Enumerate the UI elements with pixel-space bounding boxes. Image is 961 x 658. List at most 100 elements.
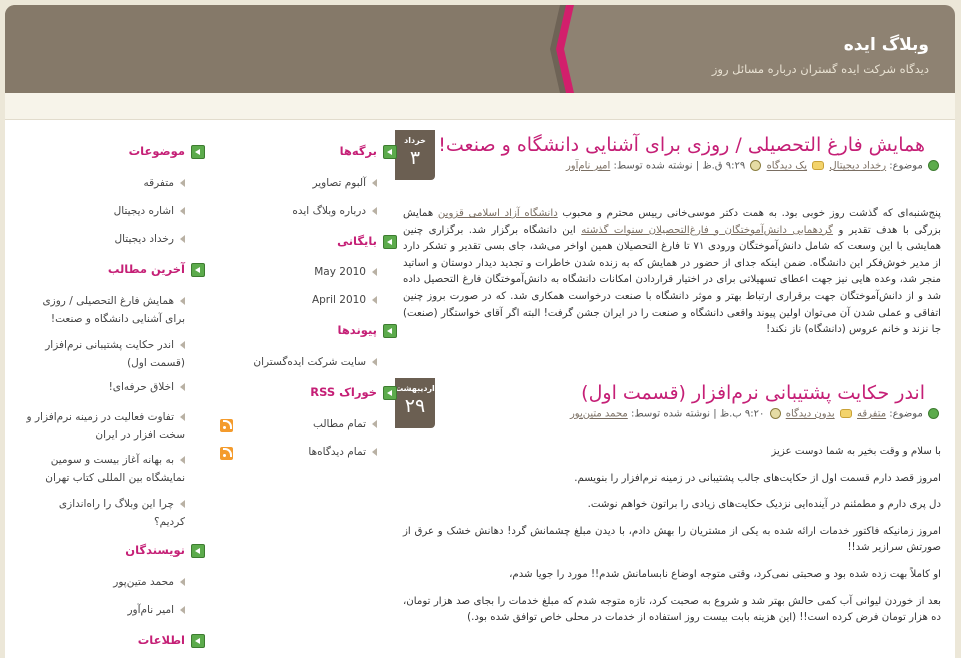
check-icon xyxy=(928,408,939,419)
sidebar-item-digital-event[interactable]: رخداد دیجیتال xyxy=(114,230,185,248)
widget-title-pages: برگه‌ها xyxy=(340,144,397,159)
widget-title-links: پیوندها xyxy=(338,323,397,338)
post-paragraph: دل پری دارم و مطمئنم در آینده‌ایی نزدیک … xyxy=(587,499,941,511)
bullet-arrow-icon xyxy=(372,296,377,304)
date-badge: خرداد ۳ xyxy=(395,130,435,180)
arrow-left-icon xyxy=(191,633,205,648)
post-body: پنج‌شنبه‌ای که گذشت روز خوبی بود. به همت… xyxy=(403,206,941,349)
widget-title-info: اطلاعات xyxy=(138,633,205,648)
bullet-arrow-icon xyxy=(372,268,377,276)
post: اردیبهشت ۲۹ اندر حکایت پشتیبانی نرم‌افزا… xyxy=(395,378,955,658)
sidebar-item-about[interactable]: درباره وبلاگ ایده xyxy=(292,202,377,220)
sidebar-item-label: متفرقه xyxy=(143,177,174,189)
recent-post-item[interactable]: اندر حکایت پشتیبانی نرم‌افزار (قسمت اول) xyxy=(25,336,185,372)
author-label: | نوشته شده توسط: xyxy=(630,408,717,420)
widget-title-authors: نویسندگان xyxy=(125,543,205,558)
sidebar-item-label: تمام مطالب xyxy=(313,418,366,430)
post-paragraph: بعد از خوردن لیوانی آب کمی حالش بهتر شد … xyxy=(403,595,941,624)
bullet-arrow-icon xyxy=(180,456,185,464)
arrow-left-icon xyxy=(383,234,397,249)
sidebar-item-label: آلبوم تصاویر xyxy=(312,177,366,189)
bullet-arrow-icon xyxy=(180,235,185,243)
widget-title-rss: خوراک RSS xyxy=(310,385,397,400)
rss-icon[interactable] xyxy=(220,447,233,460)
sidebar-item-photo-album[interactable]: آلبوم تصاویر xyxy=(312,174,377,192)
header-ribbon xyxy=(550,5,574,93)
post-paragraph: با سلام و وقت بخیر به شما دوست عزیز xyxy=(771,446,941,457)
sidebar-item-label: محمد متین‌پور xyxy=(113,576,174,588)
post-comments-link[interactable]: بدون دیدگاه xyxy=(786,409,835,420)
bullet-arrow-icon xyxy=(180,578,185,586)
sidebar-item-may-2010[interactable]: May 2010 xyxy=(314,263,377,281)
sidebar-item-april-2010[interactable]: April 2010 xyxy=(312,291,377,309)
check-icon xyxy=(928,160,939,171)
date-month: خرداد xyxy=(404,136,426,145)
bullet-arrow-icon xyxy=(372,358,377,366)
widget-title-text: پیوندها xyxy=(337,323,377,337)
post-author-link[interactable]: امیر نام‌آور xyxy=(566,161,610,172)
widget-title-text: برگه‌ها xyxy=(339,144,377,158)
recent-post-item[interactable]: به بهانه آغاز بیست و سومین نمایشگاه بین … xyxy=(25,451,185,487)
sidebar-item-label: همایش فارغ التحصیلی / روزی برای آشنایی د… xyxy=(42,295,185,325)
bullet-arrow-icon xyxy=(180,413,185,421)
post-meta: موضوع: رخداد دیجیتال یک دیدگاه ۹:۲۹ ق.ظ … xyxy=(445,160,941,172)
site-title[interactable]: وبلاگ ایده xyxy=(844,35,929,55)
widget-title-text: آخرین مطالب xyxy=(107,262,185,276)
sidebar-item-label: April 2010 xyxy=(311,294,366,306)
sidebar-item-label: اندر حکایت پشتیبانی نرم‌افزار (قسمت اول) xyxy=(45,339,185,369)
post-category-link[interactable]: متفرقه xyxy=(857,409,886,420)
recent-post-item[interactable]: تفاوت فعالیت در زمینه نرم‌افزار و سخت اف… xyxy=(25,408,185,444)
post-time: ۹:۲۰ ب.ظ xyxy=(719,408,765,420)
date-month: اردیبهشت xyxy=(395,384,435,393)
recent-post-item[interactable]: چرا این وبلاگ را راه‌اندازی کردیم؟ xyxy=(25,495,185,531)
alumni-link[interactable]: گردهمایی دانش‌آموختگان و فارغ‌التحصیلان … xyxy=(581,225,833,236)
sidebar-item-company-site[interactable]: سایت شرکت ایده‌گستران xyxy=(253,353,377,371)
bullet-arrow-icon xyxy=(180,207,185,215)
post-time: ۹:۲۹ ق.ظ xyxy=(702,160,746,172)
sidebar-item-label: تمام دیدگاه‌ها xyxy=(308,446,366,458)
bullet-arrow-icon xyxy=(180,500,185,508)
widget-title-recent: آخرین مطالب xyxy=(108,262,205,277)
rss-icon[interactable] xyxy=(220,419,233,432)
sidebar-item-rss-posts[interactable]: تمام مطالب xyxy=(313,415,377,433)
recent-post-item[interactable]: اخلاق حرفه‌ای! xyxy=(25,378,185,396)
sidebar-item-author-namavar[interactable]: امیر نام‌آور xyxy=(127,601,185,619)
comment-icon xyxy=(812,161,825,170)
post-comments-link[interactable]: یک دیدگاه xyxy=(767,161,807,172)
sidebar-item-label: اخلاق حرفه‌ای! xyxy=(108,381,174,393)
widget-title-text: بایگانی xyxy=(337,234,377,248)
bullet-arrow-icon xyxy=(180,179,185,187)
post-paragraph: امروز قصد دارم قسمت اول از حکایت‌های جال… xyxy=(574,472,941,484)
post-category-link[interactable]: رخداد دیجیتال xyxy=(829,161,886,172)
sidebar-item-rss-comments[interactable]: تمام دیدگاه‌ها xyxy=(308,443,377,461)
arrow-left-icon xyxy=(191,262,205,277)
paragraph-text: این دانشگاه برگزار شد. برگزاری چنین همای… xyxy=(403,224,942,336)
comment-icon xyxy=(839,409,852,418)
date-day: ۳ xyxy=(409,147,421,169)
header-bar xyxy=(5,93,955,120)
sidebar-item-misc[interactable]: متفرقه xyxy=(143,174,185,192)
sidebar-item-author-matinpour[interactable]: محمد متین‌پور xyxy=(113,573,185,591)
sidebar-item-digital-note[interactable]: اشاره دیجیتال xyxy=(114,202,185,220)
site-tagline: دیدگاه شرکت ایده گستران درباره مسائل روز xyxy=(711,62,929,76)
sidebar-item-label: May 2010 xyxy=(314,266,366,278)
arrow-left-icon xyxy=(191,543,205,558)
bullet-arrow-icon xyxy=(180,383,185,391)
widget-title-text: اطلاعات xyxy=(137,633,185,647)
clock-icon xyxy=(769,408,781,419)
post-author-link[interactable]: محمد متین‌پور xyxy=(570,409,628,420)
sidebar-item-label: چرا این وبلاگ را راه‌اندازی کردیم؟ xyxy=(58,498,185,528)
sidebar-item-label: اشاره دیجیتال xyxy=(113,205,174,217)
post-title[interactable]: همایش فارغ التحصیلی / روزی برای آشنایی د… xyxy=(438,134,925,156)
recent-post-item[interactable]: همایش فارغ التحصیلی / روزی برای آشنایی د… xyxy=(25,292,185,328)
arrow-left-icon xyxy=(383,385,397,400)
university-link[interactable]: دانشگاه آزاد اسلامی قزوین xyxy=(438,208,558,219)
post-title[interactable]: اندر حکایت پشتیبانی نرم‌افزار (قسمت اول) xyxy=(445,382,925,404)
header-left-panel xyxy=(5,5,560,93)
sidebar-item-label: رخداد دیجیتال xyxy=(114,233,174,245)
sidebar-item-label: درباره وبلاگ ایده xyxy=(292,205,366,217)
widget-title-text: نویسندگان xyxy=(125,543,185,557)
bullet-arrow-icon xyxy=(372,448,377,456)
widget-title-text: موضوعات xyxy=(128,144,185,158)
date-badge: اردیبهشت ۲۹ xyxy=(395,378,435,428)
